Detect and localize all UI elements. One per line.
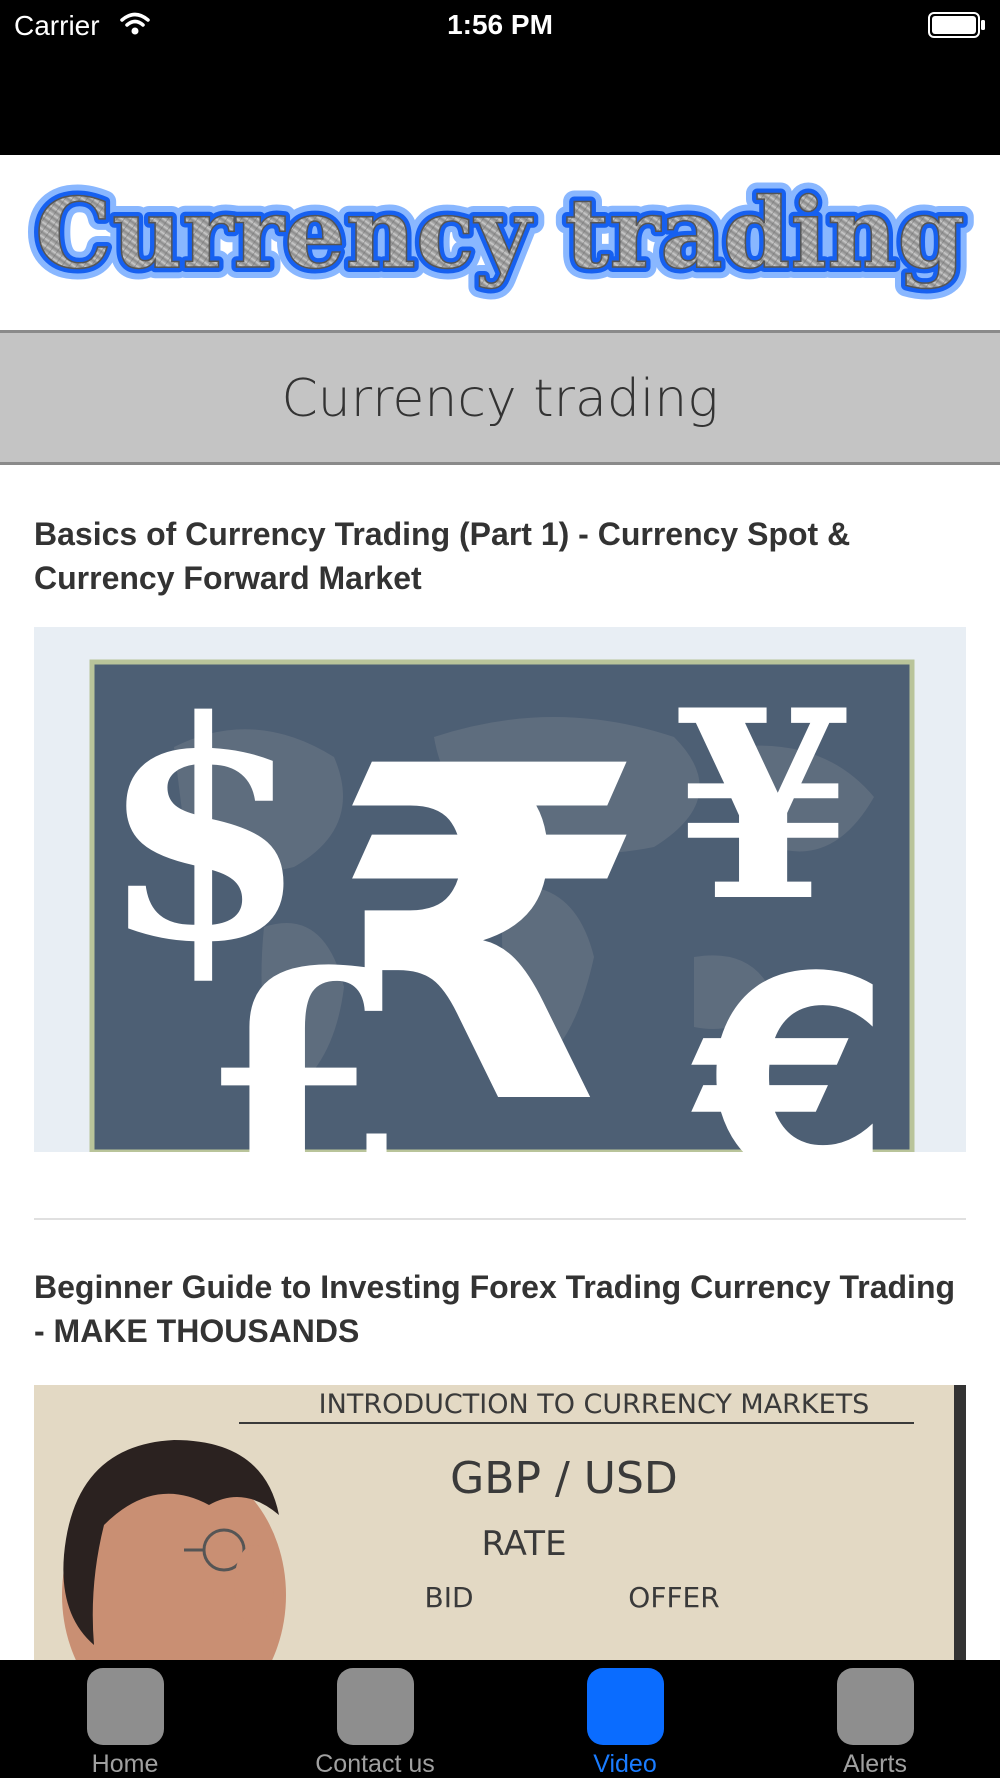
presenter-image bbox=[62, 1440, 286, 1660]
tab-bar: Home Contact us Video Alerts bbox=[0, 1660, 1000, 1778]
tab-contact-us[interactable]: Contact us bbox=[250, 1660, 500, 1778]
video-thumbnail[interactable]: $ ₹ ¥ £ € bbox=[34, 627, 966, 1152]
navigation-bar bbox=[0, 50, 1000, 155]
tab-label[interactable]: Home bbox=[0, 1750, 250, 1778]
euro-icon: € bbox=[688, 918, 892, 1152]
svg-text:GBP / USD: GBP / USD bbox=[450, 1453, 678, 1504]
currency-trading-logo: Currency trading Currency trading Curren… bbox=[24, 166, 976, 301]
status-bar: Carrier 1:56 PM bbox=[0, 0, 1000, 50]
tab-label[interactable]: Video bbox=[500, 1750, 750, 1778]
svg-text:RATE: RATE bbox=[481, 1524, 566, 1564]
tab-home[interactable]: Home bbox=[0, 1660, 250, 1778]
video-icon[interactable] bbox=[587, 1668, 664, 1745]
home-icon[interactable] bbox=[87, 1668, 164, 1745]
video-title[interactable]: Basics of Currency Trading (Part 1) - Cu… bbox=[34, 512, 966, 600]
banner: Currency trading Currency trading Curren… bbox=[0, 155, 1000, 330]
content-scroll-area[interactable]: Currency trading Currency trading Curren… bbox=[0, 155, 1000, 1660]
alerts-icon[interactable] bbox=[837, 1668, 914, 1745]
page-title: Currency trading bbox=[281, 369, 719, 429]
pound-icon: £ bbox=[200, 905, 409, 1152]
tab-label[interactable]: Alerts bbox=[750, 1750, 1000, 1778]
tab-alerts[interactable]: Alerts bbox=[750, 1660, 1000, 1778]
video-list-item[interactable]: Beginner Guide to Investing Forex Tradin… bbox=[34, 1265, 966, 1660]
svg-text:Currency trading: Currency trading bbox=[35, 177, 965, 290]
battery-icon bbox=[928, 12, 985, 38]
page-title-bar: Currency trading bbox=[0, 330, 1000, 465]
list-divider bbox=[34, 1218, 966, 1220]
contact-icon[interactable] bbox=[337, 1668, 414, 1745]
video-thumbnail[interactable]: INTRODUCTION TO CURRENCY MARKETS GBP / U… bbox=[34, 1385, 966, 1660]
video-title[interactable]: Beginner Guide to Investing Forex Tradin… bbox=[34, 1265, 966, 1353]
svg-text:BID: BID bbox=[424, 1581, 473, 1614]
video-list-item[interactable]: Basics of Currency Trading (Part 1) - Cu… bbox=[34, 512, 966, 1152]
svg-text:OFFER: OFFER bbox=[628, 1581, 719, 1614]
status-time: 1:56 PM bbox=[447, 9, 553, 40]
svg-text:INTRODUCTION TO CURRENCY MARKE: INTRODUCTION TO CURRENCY MARKETS bbox=[319, 1389, 870, 1420]
tab-label[interactable]: Contact us bbox=[250, 1750, 500, 1778]
yen-icon: ¥ bbox=[674, 654, 855, 959]
tab-video[interactable]: Video bbox=[500, 1660, 750, 1778]
